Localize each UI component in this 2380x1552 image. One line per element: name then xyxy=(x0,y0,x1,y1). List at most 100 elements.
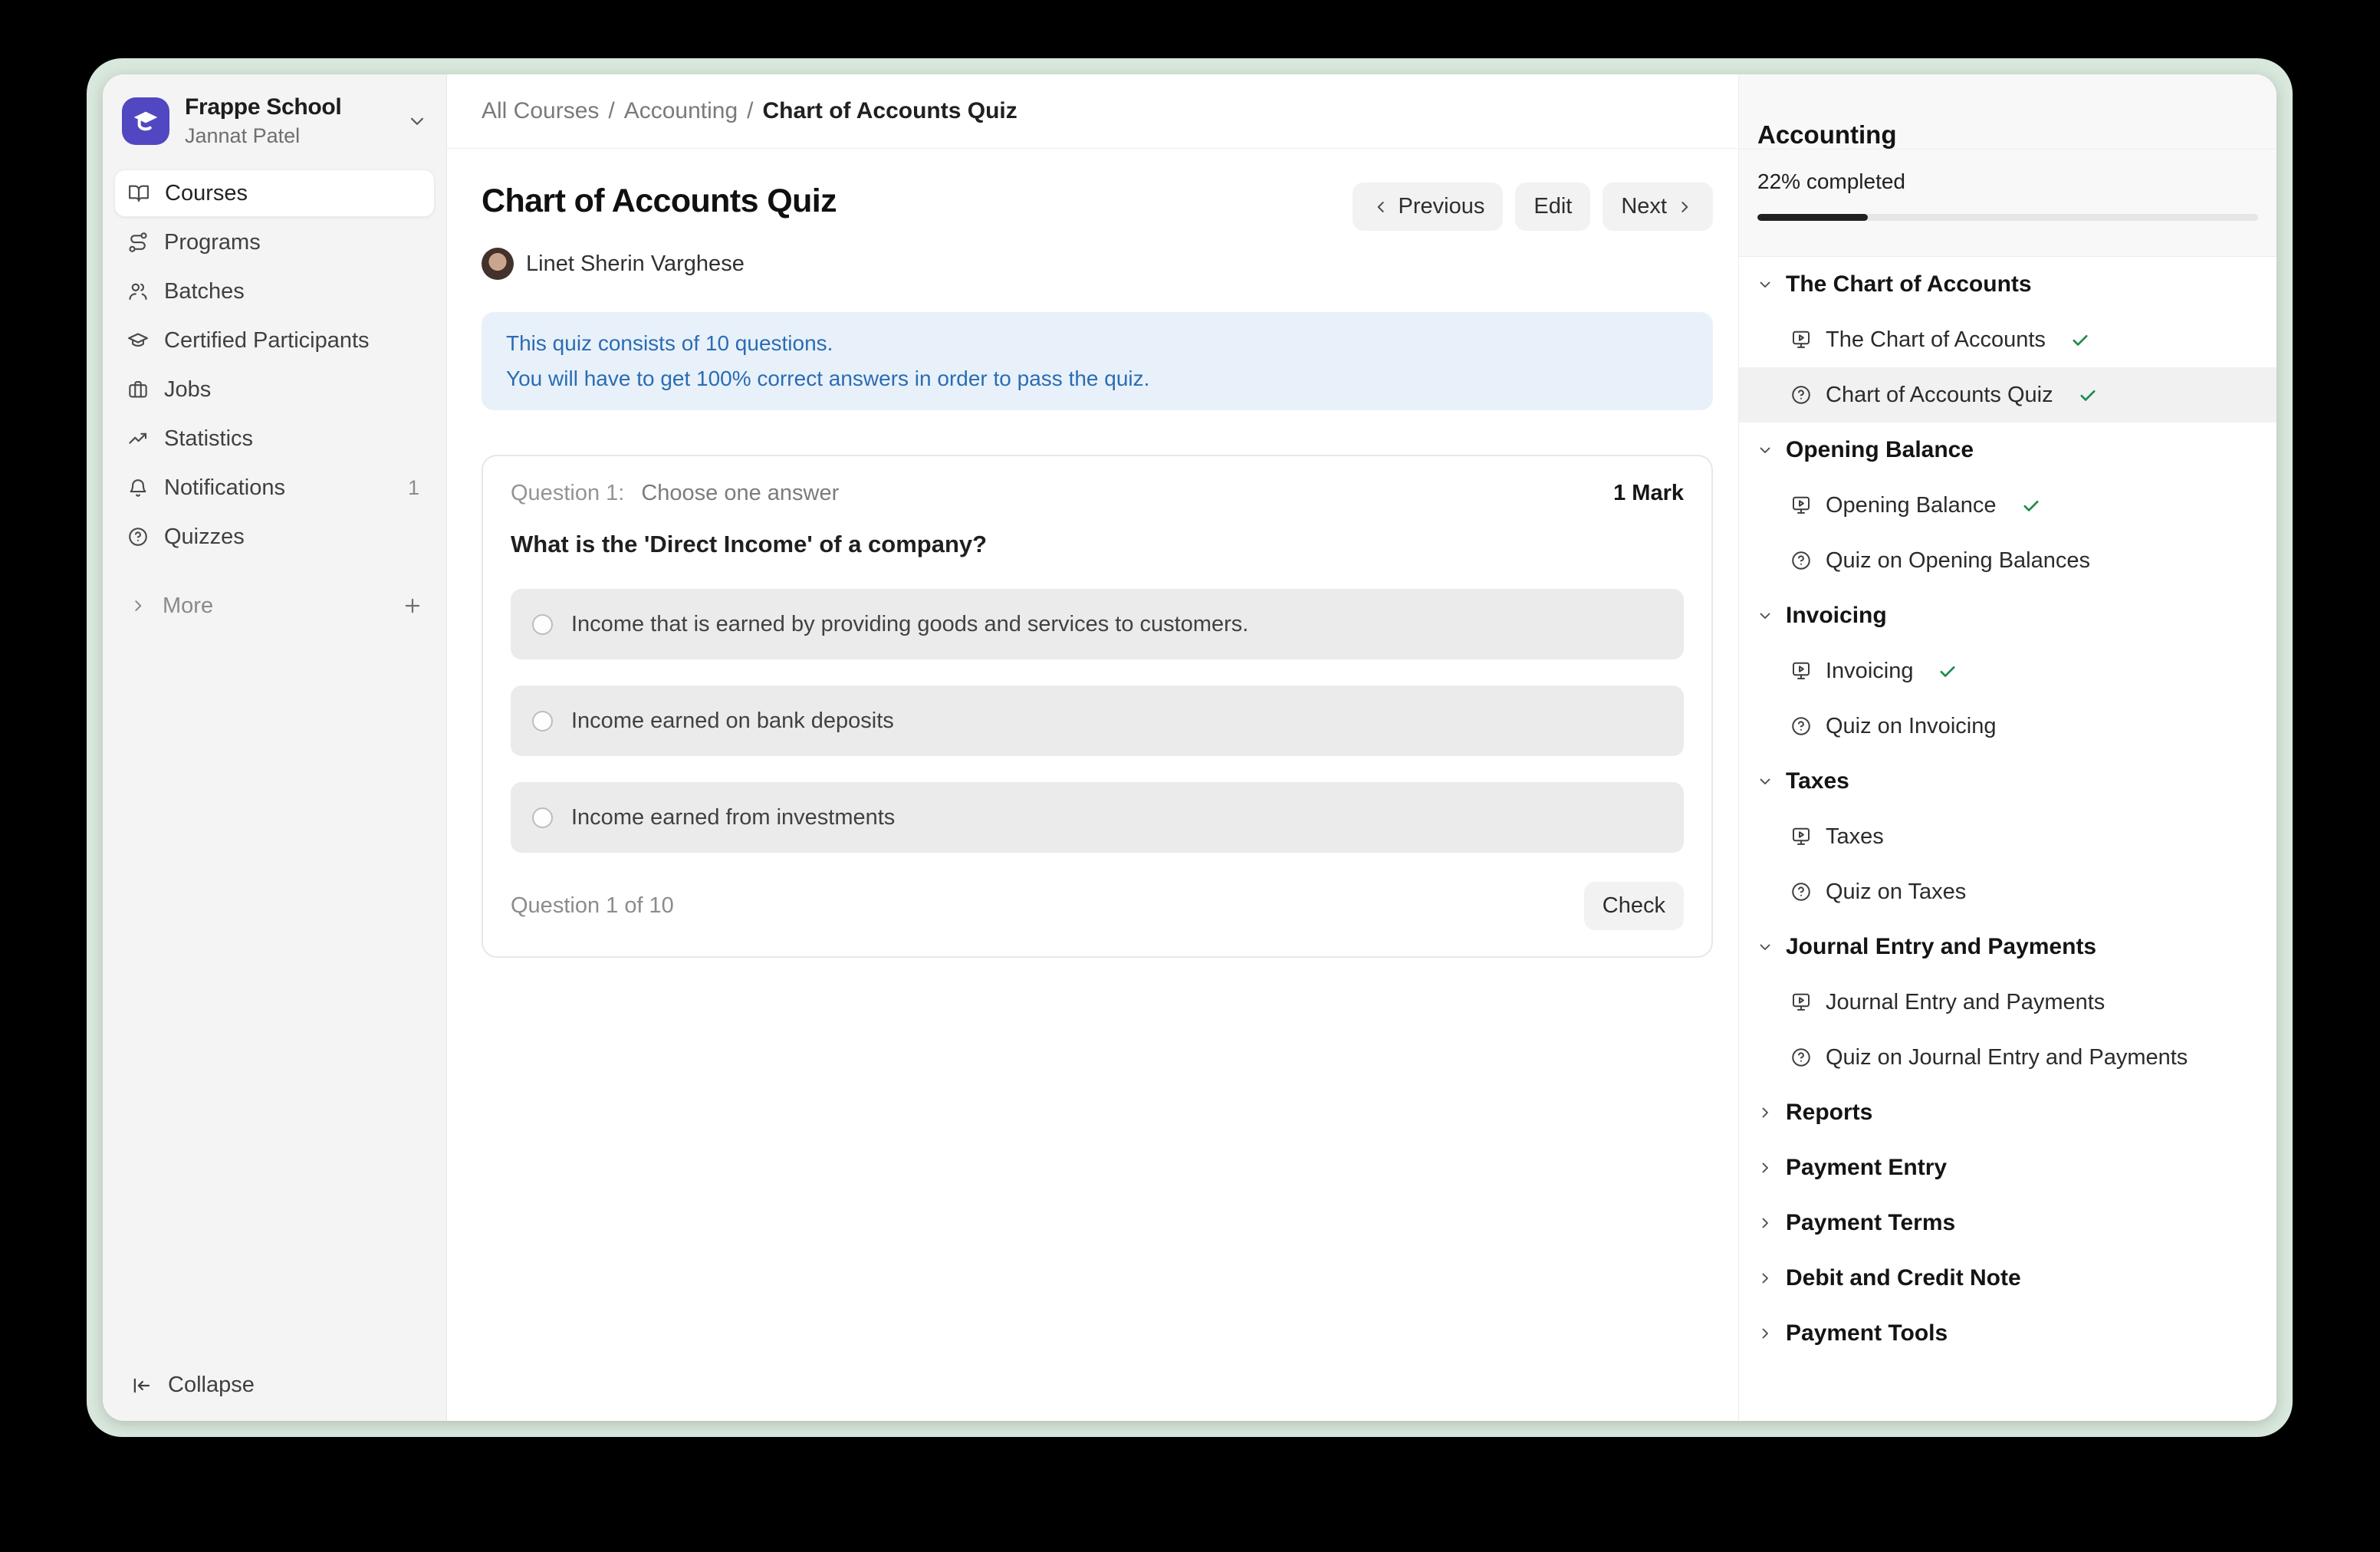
course-outline-list: The Chart of Accounts The Chart of Accou… xyxy=(1739,257,2276,1421)
answer-option-label: Income that is earned by providing goods… xyxy=(571,612,1248,637)
outline-item-quiz[interactable]: Quiz on Taxes xyxy=(1739,864,2276,919)
quiz-notice: This quiz consists of 10 questions. You … xyxy=(482,312,1713,410)
sidebar-more[interactable]: More xyxy=(114,582,435,630)
breadcrumb-separator: / xyxy=(747,98,753,124)
answer-option[interactable]: Income that is earned by providing goods… xyxy=(511,589,1684,659)
sidebar-item-certified-participants[interactable]: Certified Participants xyxy=(114,317,435,364)
lesson-icon xyxy=(1790,825,1813,848)
outline-section-reports[interactable]: Reports xyxy=(1739,1085,2276,1140)
sidebar-item-notifications[interactable]: Notifications 1 xyxy=(114,464,435,511)
sidebar-item-label: Certified Participants xyxy=(164,328,370,353)
outline-section-title: Journal Entry and Payments xyxy=(1786,934,2096,960)
outline-item-quiz[interactable]: Quiz on Journal Entry and Payments xyxy=(1739,1030,2276,1085)
outline-section-opening-balance[interactable]: Opening Balance xyxy=(1739,423,2276,478)
chevron-right-icon xyxy=(1756,1214,1774,1232)
radio-icon[interactable] xyxy=(532,807,553,828)
sidebar-collapse-button[interactable]: Collapse xyxy=(114,1373,435,1421)
desktop-frame: Frappe School Jannat Patel Courses Progr… xyxy=(87,58,2293,1437)
sidebar-item-jobs[interactable]: Jobs xyxy=(114,366,435,413)
outline-item-label: Journal Entry and Payments xyxy=(1826,990,2105,1015)
topbar: All Courses / Accounting / Chart of Acco… xyxy=(447,74,1738,149)
sidebar-item-quizzes[interactable]: Quizzes xyxy=(114,513,435,561)
chevron-right-icon xyxy=(1756,1324,1774,1343)
radio-icon[interactable] xyxy=(532,614,553,635)
edit-button[interactable]: Edit xyxy=(1515,182,1590,231)
chevron-right-icon xyxy=(128,596,148,616)
chevron-right-icon xyxy=(1756,1159,1774,1177)
radio-icon[interactable] xyxy=(532,711,553,732)
outline-section-title: Invoicing xyxy=(1786,603,1887,629)
outline-section-title: Reports xyxy=(1786,1100,1872,1126)
quiz-icon xyxy=(1790,1046,1813,1069)
outline-item-lesson[interactable]: Taxes xyxy=(1739,809,2276,864)
quiz-icon xyxy=(1790,383,1813,406)
outline-section-the-chart-of-accounts[interactable]: The Chart of Accounts xyxy=(1739,257,2276,312)
question-text: What is the 'Direct Income' of a company… xyxy=(511,531,1684,558)
outline-item-label: Quiz on Journal Entry and Payments xyxy=(1826,1045,2188,1070)
workspace-switcher[interactable]: Frappe School Jannat Patel xyxy=(114,74,435,169)
previous-button[interactable]: Previous xyxy=(1353,182,1504,231)
outline-section-payment-terms[interactable]: Payment Terms xyxy=(1739,1195,2276,1251)
chevron-down-icon xyxy=(1756,772,1774,791)
outline-item-quiz[interactable]: Quiz on Invoicing xyxy=(1739,699,2276,754)
outline-section-title: Taxes xyxy=(1786,768,1849,794)
check-button[interactable]: Check xyxy=(1584,882,1684,930)
sidebar-item-label: Quizzes xyxy=(164,524,245,550)
lesson-icon xyxy=(1790,328,1813,351)
outline-item-label: The Chart of Accounts xyxy=(1826,327,2046,353)
check-label: Check xyxy=(1603,893,1665,919)
app-window: Frappe School Jannat Patel Courses Progr… xyxy=(103,74,2276,1421)
bell-icon xyxy=(127,476,150,499)
outline-item-label: Quiz on Invoicing xyxy=(1826,714,1996,739)
outline-item-quiz[interactable]: Quiz on Opening Balances xyxy=(1739,533,2276,588)
check-icon xyxy=(2020,495,2042,516)
arrow-left-to-line-icon xyxy=(130,1374,153,1397)
briefcase-icon xyxy=(127,378,150,401)
outline-section-debit-and-credit-note[interactable]: Debit and Credit Note xyxy=(1739,1251,2276,1306)
sidebar-item-statistics[interactable]: Statistics xyxy=(114,415,435,462)
lesson-icon xyxy=(1790,991,1813,1014)
outline-section-payment-tools[interactable]: Payment Tools xyxy=(1739,1306,2276,1361)
question-card: Question 1: Choose one answer 1 Mark Wha… xyxy=(482,455,1713,958)
sidebar-item-batches[interactable]: Batches xyxy=(114,268,435,315)
answer-option-label: Income earned on bank deposits xyxy=(571,709,894,734)
sidebar-item-courses[interactable]: Courses xyxy=(114,169,435,217)
course-progress-label: 22% completed xyxy=(1757,169,2258,194)
breadcrumb: All Courses / Accounting / Chart of Acco… xyxy=(482,98,1017,124)
sidebar-item-label: Courses xyxy=(165,181,248,206)
main-area: All Courses / Accounting / Chart of Acco… xyxy=(447,74,1738,1421)
outline-item-lesson[interactable]: Journal Entry and Payments xyxy=(1739,975,2276,1030)
next-button[interactable]: Next xyxy=(1603,182,1713,231)
outline-item-lesson[interactable]: The Chart of Accounts xyxy=(1739,312,2276,367)
quiz-icon xyxy=(1790,549,1813,572)
graduation-cap-icon xyxy=(127,329,150,352)
chevron-down-icon xyxy=(1756,607,1774,625)
course-progress-fill xyxy=(1757,214,1868,221)
notice-line-2: You will have to get 100% correct answer… xyxy=(506,361,1688,396)
answer-option[interactable]: Income earned on bank deposits xyxy=(511,686,1684,756)
outline-section-invoicing[interactable]: Invoicing xyxy=(1739,588,2276,643)
outline-section-journal-entry-and-payments[interactable]: Journal Entry and Payments xyxy=(1739,919,2276,975)
circle-help-icon xyxy=(127,525,150,548)
quiz-icon xyxy=(1790,880,1813,903)
answer-option[interactable]: Income earned from investments xyxy=(511,782,1684,853)
breadcrumb-all-courses[interactable]: All Courses xyxy=(482,98,599,124)
route-icon xyxy=(127,231,150,254)
author-avatar xyxy=(482,248,514,280)
question-progress: Question 1 of 10 xyxy=(511,893,674,919)
chevron-right-icon xyxy=(1756,1269,1774,1287)
sidebar-item-programs[interactable]: Programs xyxy=(114,219,435,266)
chevron-right-icon xyxy=(1675,197,1695,217)
outline-section-taxes[interactable]: Taxes xyxy=(1739,754,2276,809)
sidebar-item-label: Statistics xyxy=(164,426,253,452)
outline-item-label: Invoicing xyxy=(1826,659,1913,684)
outline-section-payment-entry[interactable]: Payment Entry xyxy=(1739,1140,2276,1195)
plus-icon[interactable] xyxy=(401,594,424,617)
outline-item-lesson[interactable]: Opening Balance xyxy=(1739,478,2276,533)
outline-item-quiz-active[interactable]: Chart of Accounts Quiz xyxy=(1739,367,2276,423)
notifications-count-badge: 1 xyxy=(408,476,424,500)
check-icon xyxy=(2069,329,2091,350)
question-number-label: Question 1: xyxy=(511,481,624,506)
outline-item-lesson[interactable]: Invoicing xyxy=(1739,643,2276,699)
breadcrumb-accounting[interactable]: Accounting xyxy=(624,98,738,124)
